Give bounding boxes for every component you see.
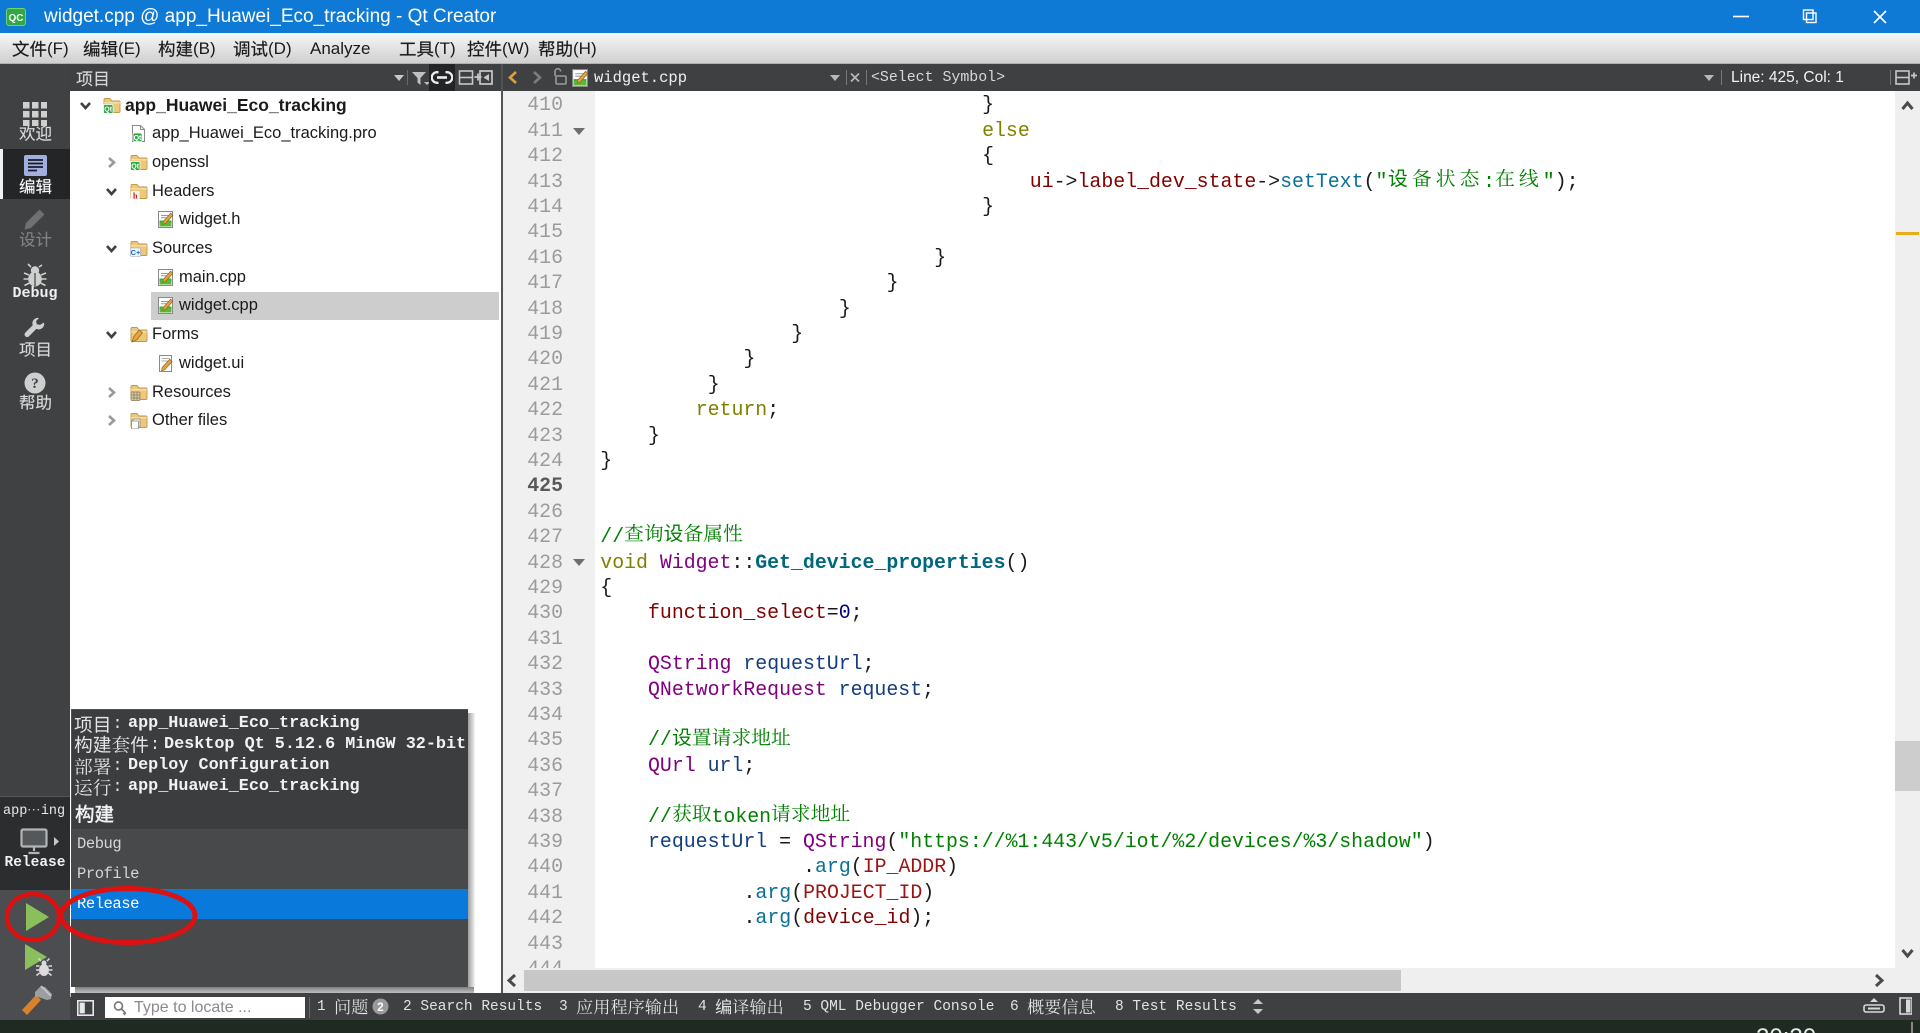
- svg-text:QC: QC: [9, 13, 24, 24]
- svg-text:Qt: Qt: [134, 135, 142, 142]
- svg-text:Qt: Qt: [131, 163, 139, 170]
- svg-text:2: 2: [377, 1002, 383, 1014]
- svg-text:?: ?: [31, 376, 39, 392]
- svg-text:h: h: [133, 190, 138, 200]
- svg-text:Qt: Qt: [104, 106, 112, 113]
- svg-text:C+: C+: [131, 248, 141, 257]
